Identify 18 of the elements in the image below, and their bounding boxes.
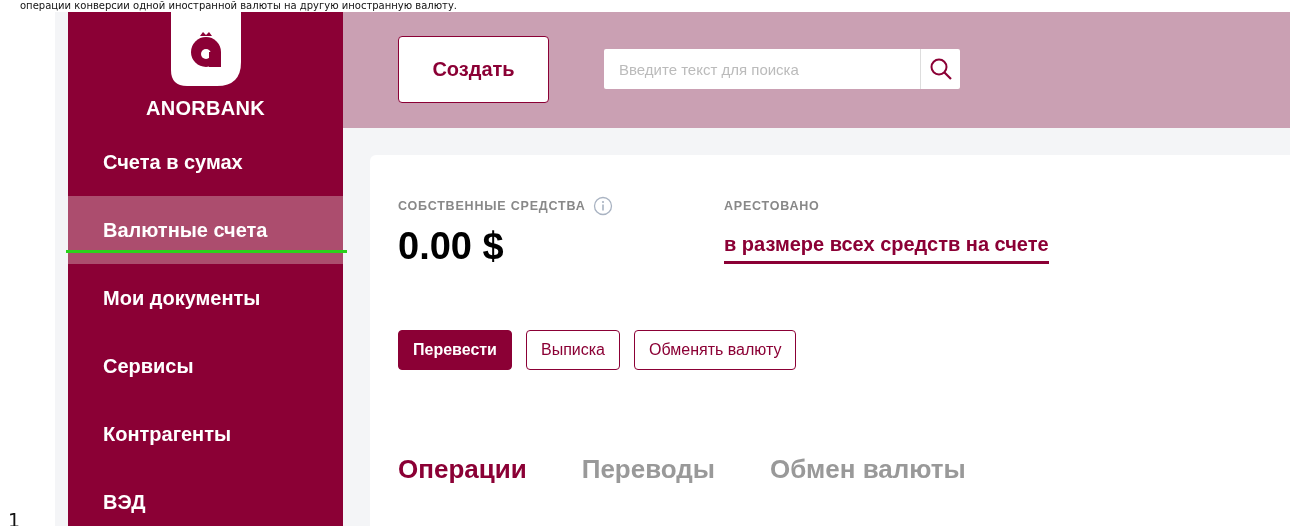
create-button[interactable]: Создать	[398, 35, 549, 103]
own-funds-label: СОБСТВЕННЫЕ СРЕДСТВА	[398, 199, 586, 213]
search-field[interactable]: Введите текст для поиска	[604, 49, 920, 89]
brand-name: ANORBANK	[145, 97, 266, 120]
search-icon[interactable]	[928, 57, 953, 81]
action-button[interactable]: Выписка	[525, 330, 620, 370]
sidebar-item[interactable]: Счета в сумах	[68, 128, 343, 196]
balance-amount: 0.00 $	[398, 224, 505, 268]
sidebar-item[interactable]: Контрагенты	[68, 400, 343, 468]
sidebar-item[interactable]: Мои документы	[68, 264, 343, 332]
action-button[interactable]: Обменять валюту	[634, 330, 797, 370]
arrested-value: в размере всех средств на счете	[724, 232, 1049, 264]
sidebar-item[interactable]: ВЭД	[68, 468, 343, 526]
action-button[interactable]: Перевести	[398, 330, 512, 370]
sidebar-item[interactable]: Сервисы	[68, 332, 343, 400]
caption-text: операции конверсии одной иностранной валюты на другую иностранную валюту.	[20, 0, 459, 12]
arrested-label: АРЕСТОВАНО	[724, 199, 820, 213]
tab[interactable]: Операции	[398, 454, 527, 485]
